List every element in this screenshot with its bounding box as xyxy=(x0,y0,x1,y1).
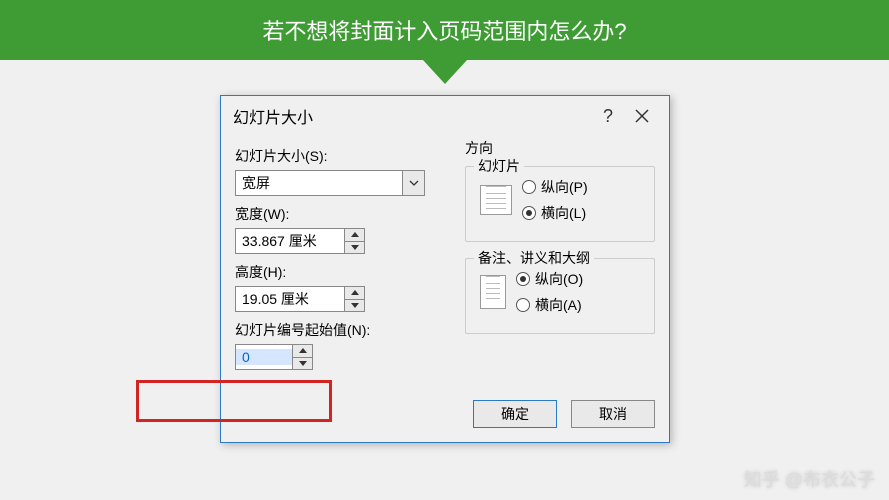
radio-icon xyxy=(516,298,530,312)
banner-text: 若不想将封面计入页码范围内怎么办? xyxy=(262,19,626,44)
help-button[interactable]: ? xyxy=(591,106,625,127)
notes-group-title: 备注、讲义和大纲 xyxy=(474,248,594,268)
start-number-value[interactable]: 0 xyxy=(236,349,292,365)
start-number-spinner[interactable]: 0 xyxy=(235,344,313,370)
start-down-button[interactable] xyxy=(293,358,312,370)
radio-icon xyxy=(522,180,536,194)
radio-checked-icon xyxy=(516,272,530,286)
width-spinner[interactable]: 33.867 厘米 xyxy=(235,228,365,254)
right-column: 方向 幻灯片 纵向(P) 横向(L) xyxy=(465,138,655,376)
slides-group-title: 幻灯片 xyxy=(474,156,524,176)
height-down-button[interactable] xyxy=(345,300,364,312)
triangle-up-icon xyxy=(351,232,359,237)
triangle-down-icon xyxy=(351,303,359,308)
height-value[interactable]: 19.05 厘米 xyxy=(236,289,344,309)
close-button[interactable] xyxy=(625,108,659,124)
chevron-down-icon xyxy=(409,180,419,186)
height-spinner[interactable]: 19.05 厘米 xyxy=(235,286,365,312)
triangle-up-icon xyxy=(299,348,307,353)
triangle-down-icon xyxy=(299,361,307,366)
ok-button[interactable]: 确定 xyxy=(473,400,557,428)
width-down-button[interactable] xyxy=(345,242,364,254)
slides-portrait-option[interactable]: 纵向(P) xyxy=(522,177,588,197)
width-up-button[interactable] xyxy=(345,229,364,242)
radio-checked-icon xyxy=(522,206,536,220)
banner-arrow xyxy=(423,60,467,84)
slides-landscape-option[interactable]: 横向(L) xyxy=(522,203,588,223)
notes-orientation-group: 备注、讲义和大纲 纵向(O) 横向(A) xyxy=(465,258,655,334)
dialog-button-row: 确定 取消 xyxy=(221,390,669,442)
watermark-text: 知乎 @布衣公子 xyxy=(744,466,875,492)
direction-heading: 方向 xyxy=(465,138,655,158)
triangle-down-icon xyxy=(351,245,359,250)
page-landscape-icon xyxy=(480,185,512,215)
left-column: 幻灯片大小(S): 宽屏 宽度(W): 33.867 厘米 高度(H): 19.… xyxy=(235,138,455,376)
dialog-body: 幻灯片大小(S): 宽屏 宽度(W): 33.867 厘米 高度(H): 19.… xyxy=(221,134,669,390)
instruction-banner: 若不想将封面计入页码范围内怎么办? xyxy=(0,0,889,60)
slides-landscape-label: 横向(L) xyxy=(541,203,586,223)
height-label: 高度(H): xyxy=(235,262,455,282)
dialog-titlebar: 幻灯片大小 ? xyxy=(221,96,669,134)
slide-size-dialog: 幻灯片大小 ? 幻灯片大小(S): 宽屏 宽度(W): 33.867 厘米 xyxy=(220,95,670,443)
start-up-button[interactable] xyxy=(293,345,312,358)
cancel-button[interactable]: 取消 xyxy=(571,400,655,428)
dropdown-button[interactable] xyxy=(402,171,424,195)
slides-orientation-group: 幻灯片 纵向(P) 横向(L) xyxy=(465,166,655,242)
size-label: 幻灯片大小(S): xyxy=(235,146,455,166)
notes-portrait-label: 纵向(O) xyxy=(535,269,583,289)
dialog-title: 幻灯片大小 xyxy=(233,104,591,128)
triangle-up-icon xyxy=(351,290,359,295)
start-number-label: 幻灯片编号起始值(N): xyxy=(235,320,455,340)
notes-portrait-option[interactable]: 纵向(O) xyxy=(516,269,583,289)
size-dropdown[interactable]: 宽屏 xyxy=(235,170,425,196)
slides-portrait-label: 纵向(P) xyxy=(541,177,588,197)
width-value[interactable]: 33.867 厘米 xyxy=(236,231,344,251)
notes-landscape-option[interactable]: 横向(A) xyxy=(516,295,583,315)
size-value: 宽屏 xyxy=(236,173,402,193)
page-portrait-icon xyxy=(480,275,506,309)
notes-landscape-label: 横向(A) xyxy=(535,295,582,315)
width-label: 宽度(W): xyxy=(235,204,455,224)
height-up-button[interactable] xyxy=(345,287,364,300)
close-icon xyxy=(634,108,650,124)
